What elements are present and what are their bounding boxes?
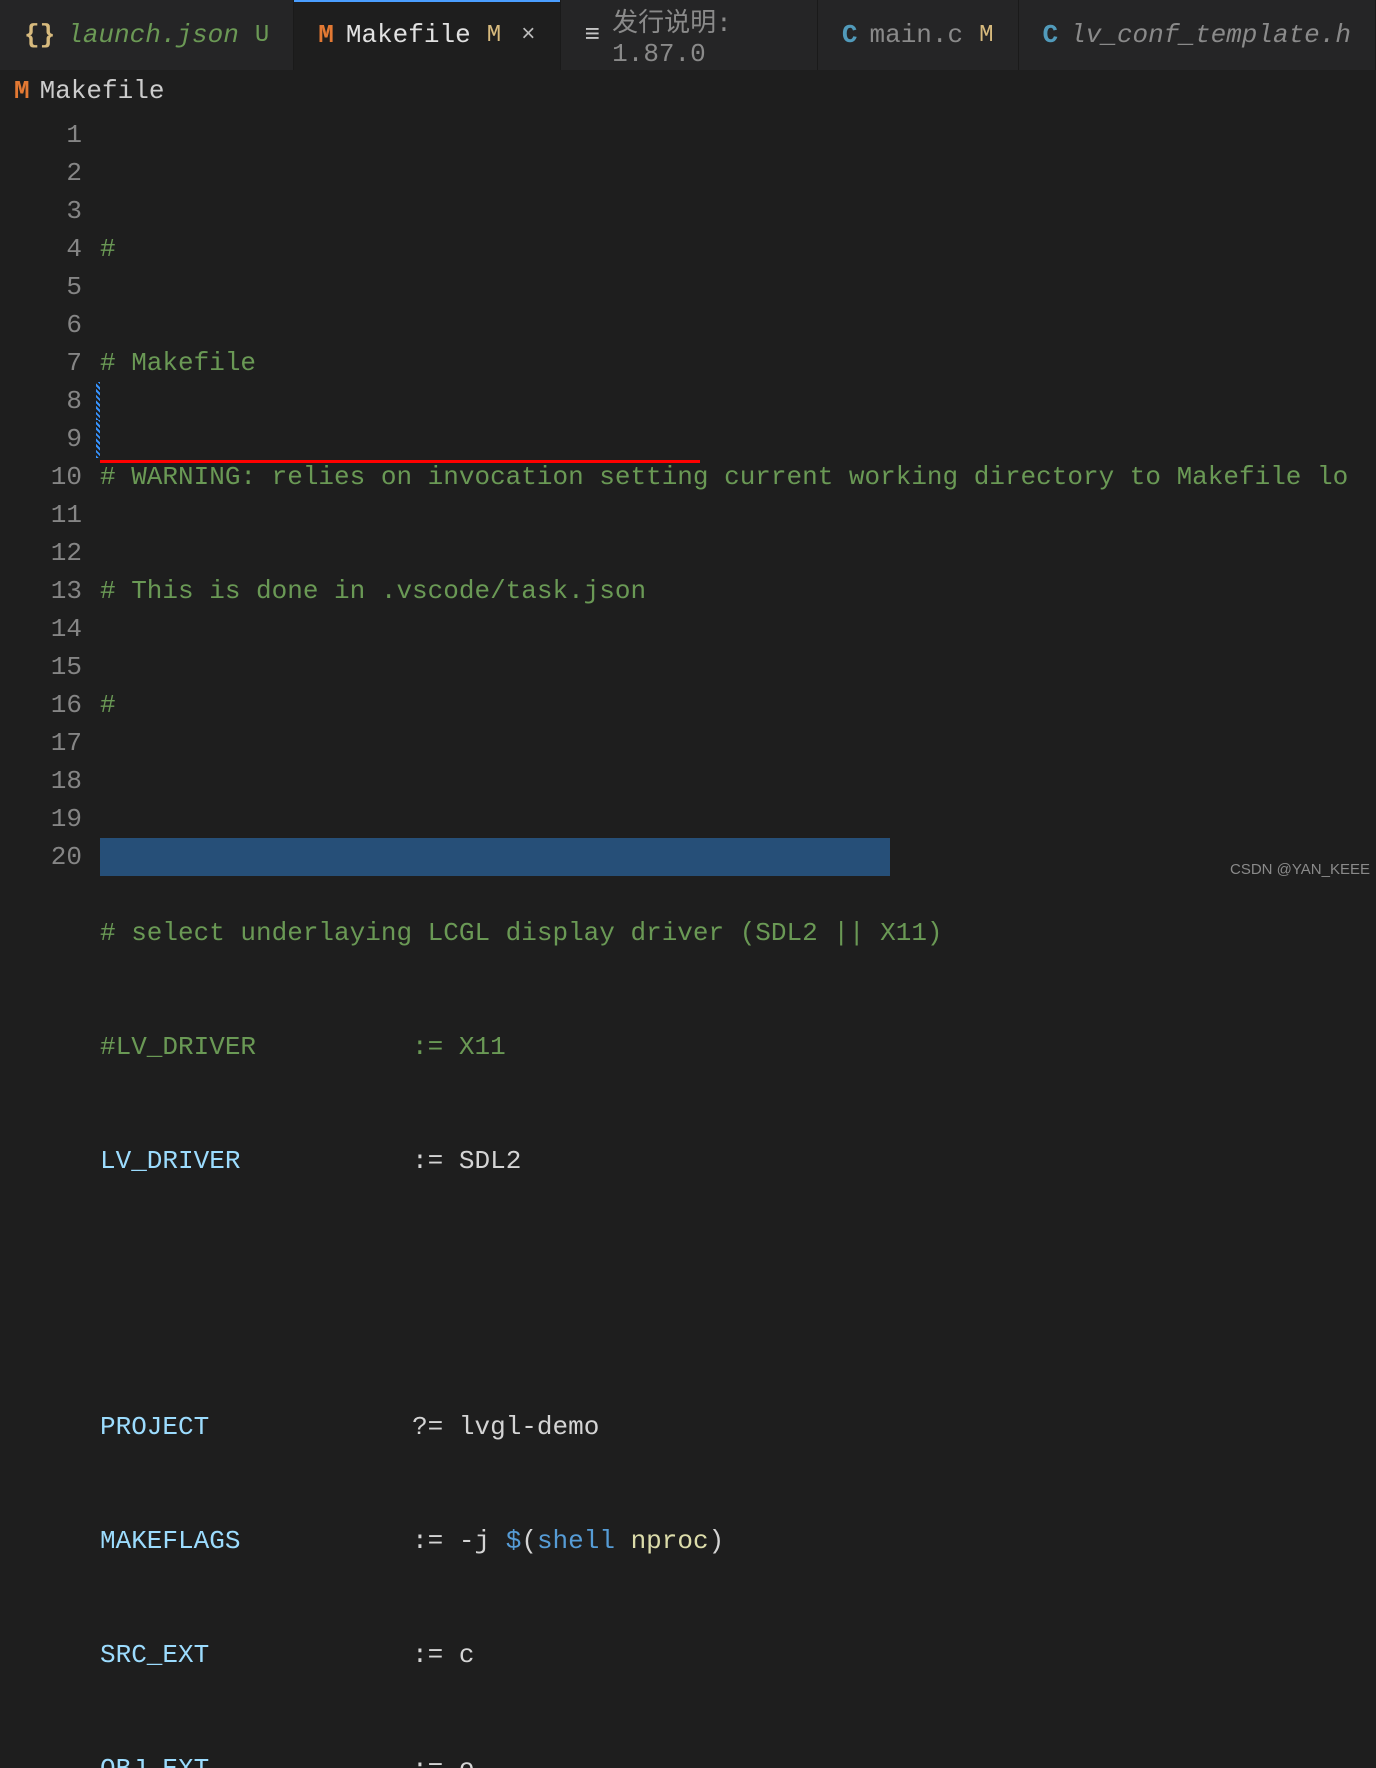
line-number: 3	[0, 192, 82, 230]
c-file-icon: C	[1043, 20, 1059, 50]
code-text: #LV_DRIVER := X11	[100, 1032, 506, 1062]
tab-label: Makefile	[346, 20, 471, 50]
tab-label: lv_conf_template.h	[1070, 20, 1351, 50]
line-number: 8	[0, 382, 82, 420]
line-number: 14	[0, 610, 82, 648]
line-number: 20	[0, 838, 82, 876]
code-text: # Makefile	[100, 348, 256, 378]
line-number: 4	[0, 230, 82, 268]
line-number: 2	[0, 154, 82, 192]
code-editor[interactable]: 1 2 3 4 5 6 7 8 9 10 11 12 13 14 15 16 1…	[0, 116, 1376, 1768]
tab-release-notes[interactable]: ≡ 发行说明: 1.87.0	[561, 0, 818, 70]
code-content[interactable]: # # Makefile # WARNING: relies on invoca…	[100, 116, 1348, 1768]
json-icon: {}	[24, 20, 55, 50]
line-number: 11	[0, 496, 82, 534]
breadcrumb-label: Makefile	[40, 76, 165, 106]
git-status-m: M	[487, 22, 501, 49]
code-text: # This is done in .vscode/task.json	[100, 576, 646, 606]
line-number: 12	[0, 534, 82, 572]
line-number: 6	[0, 306, 82, 344]
tab-lv-conf[interactable]: C lv_conf_template.h	[1019, 0, 1376, 70]
line-number: 5	[0, 268, 82, 306]
line-number: 19	[0, 800, 82, 838]
breadcrumb[interactable]: M Makefile	[0, 70, 1376, 116]
line-number: 17	[0, 724, 82, 762]
line-number: 9	[0, 420, 82, 458]
tab-launch-json[interactable]: {} launch.json U	[0, 0, 294, 70]
line-number: 7	[0, 344, 82, 382]
code-text: #	[100, 690, 116, 720]
annotation-underline	[100, 460, 700, 463]
tab-label: launch.json	[67, 20, 239, 50]
line-number: 1	[0, 116, 82, 154]
code-text: #	[100, 234, 116, 264]
code-text: # WARNING: relies on invocation setting …	[100, 462, 1348, 492]
notes-icon: ≡	[585, 20, 601, 50]
selection-highlight	[100, 838, 890, 876]
tab-bar: {} launch.json U M Makefile M × ≡ 发行说明: …	[0, 0, 1376, 70]
tab-label: main.c	[870, 20, 964, 50]
line-number: 10	[0, 458, 82, 496]
line-number: 15	[0, 648, 82, 686]
c-file-icon: C	[842, 20, 858, 50]
line-number-gutter: 1 2 3 4 5 6 7 8 9 10 11 12 13 14 15 16 1…	[0, 116, 100, 1768]
line-number: 16	[0, 686, 82, 724]
close-icon[interactable]: ×	[521, 22, 535, 49]
tab-makefile[interactable]: M Makefile M ×	[294, 0, 560, 70]
code-text: # select underlaying LCGL display driver…	[100, 918, 943, 948]
code-text: LV_DRIVER	[100, 1146, 240, 1176]
watermark: CSDN @YAN_KEEE	[1230, 861, 1370, 878]
tab-main-c[interactable]: C main.c M	[818, 0, 1019, 70]
makefile-icon: M	[14, 76, 30, 106]
tab-label: 发行说明: 1.87.0	[612, 2, 793, 69]
line-number: 13	[0, 572, 82, 610]
line-number: 18	[0, 762, 82, 800]
git-status-u: U	[255, 22, 269, 49]
makefile-icon: M	[318, 20, 334, 50]
git-status-m: M	[979, 22, 993, 49]
